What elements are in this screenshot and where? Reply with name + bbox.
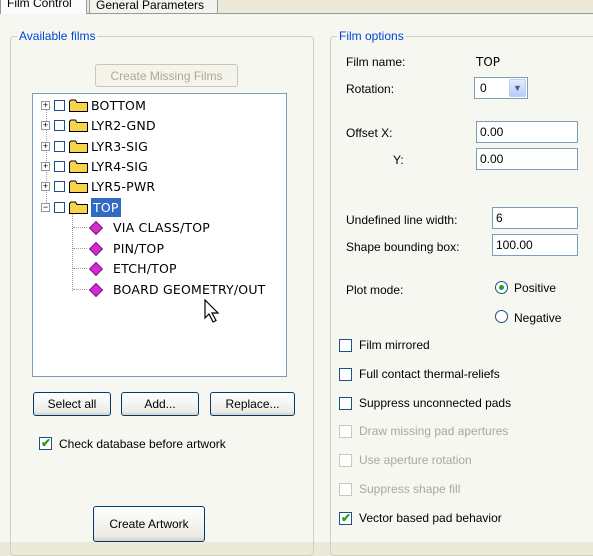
folder-icon <box>69 160 88 173</box>
offset-x-label: Offset X: <box>346 126 393 140</box>
folder-icon <box>69 99 88 112</box>
film-option-label: Film mirrored <box>359 338 430 352</box>
film-checkbox[interactable] <box>54 140 65 152</box>
select-all-button[interactable]: Select all <box>33 392 111 416</box>
available-films-legend: Available films <box>17 29 98 43</box>
collapse-icon[interactable]: − <box>41 202 50 212</box>
shape-bounding-box-field[interactable]: 100.00 <box>492 234 578 256</box>
undefined-line-width-field[interactable]: 6 <box>492 207 578 229</box>
check-database-label: Check database before artwork <box>59 437 226 451</box>
subclass-name: PIN/TOP <box>113 240 165 256</box>
film-checkbox[interactable] <box>54 100 65 111</box>
radio-selected-dot <box>499 285 504 290</box>
film-name: LYR5-PWR <box>91 179 156 195</box>
rotation-label: Rotation: <box>346 82 395 96</box>
film-option-checkbox[interactable] <box>339 367 352 381</box>
tree-film-row[interactable]: + LYR5-PWR <box>33 177 286 196</box>
tree-branch <box>73 268 87 269</box>
film-options-legend: Film options <box>337 29 406 43</box>
expand-icon[interactable]: + <box>41 121 50 131</box>
diamond-icon <box>88 282 104 297</box>
film-name: LYR3-SIG <box>91 138 148 154</box>
replace-button[interactable]: Replace... <box>210 392 295 416</box>
film-name-value: TOP <box>476 55 501 69</box>
folder-icon <box>69 140 88 153</box>
add-button[interactable]: Add... <box>121 392 199 416</box>
folder-icon <box>69 201 88 214</box>
diamond-icon <box>88 261 104 277</box>
film-checkbox[interactable] <box>54 181 65 193</box>
folder-icon <box>69 180 88 194</box>
tree-subclass-row[interactable]: PIN/TOP <box>33 239 286 258</box>
mouse-cursor-icon <box>204 299 220 323</box>
film-option-label: Full contact thermal-reliefs <box>359 366 500 381</box>
folder-icon <box>69 119 88 133</box>
expand-icon[interactable]: + <box>41 182 50 192</box>
expand-icon[interactable]: + <box>41 101 50 110</box>
subclass-name: ETCH/TOP <box>113 261 177 276</box>
tree-branch <box>73 288 87 290</box>
tree-film-row[interactable]: + BOTTOM <box>33 96 286 115</box>
film-option-checkbox[interactable] <box>339 454 352 468</box>
tree-branch <box>73 247 87 249</box>
film-option-checkbox[interactable] <box>339 396 352 410</box>
subclass-name: VIA CLASS/TOP <box>113 220 210 235</box>
check-database-checkbox[interactable]: ✔ <box>39 436 52 450</box>
film-checkbox[interactable] <box>54 120 65 132</box>
film-name: LYR4-SIG <box>91 158 148 174</box>
film-checkbox[interactable] <box>54 160 65 172</box>
film-name: BOTTOM <box>91 98 147 113</box>
film-option-checkbox[interactable] <box>339 339 352 352</box>
films-tree[interactable]: + BOTTOM + LYR2-GND + LYR3-SIG + LYR4-SIG + LYR5-… <box>32 93 287 377</box>
tree-subclass-row[interactable]: BOARD GEOMETRY/OUT <box>33 280 286 299</box>
chevron-down-icon[interactable]: ▼ <box>509 79 526 97</box>
film-option-label: Use aperture rotation <box>359 453 472 468</box>
tree-film-row[interactable]: + LYR4-SIG <box>33 157 286 176</box>
subclass-name: BOARD GEOMETRY/OUT <box>113 281 266 297</box>
offset-y-field[interactable]: 0.00 <box>476 148 578 170</box>
tab-film-control[interactable]: Film Control <box>0 0 87 14</box>
positive-radio[interactable] <box>495 281 508 294</box>
create-artwork-button[interactable]: Create Artwork <box>93 506 205 542</box>
expand-icon[interactable]: + <box>41 161 50 171</box>
undefined-line-width-label: Undefined line width: <box>346 213 458 227</box>
film-option-checkbox[interactable]: ✔ <box>339 510 352 525</box>
checkmark-icon: ✔ <box>341 510 352 525</box>
negative-label: Negative <box>514 311 562 325</box>
plot-mode-label: Plot mode: <box>346 283 404 297</box>
film-option-label: Draw missing pad apertures <box>359 424 509 439</box>
tree-subclass-row[interactable]: VIA CLASS/TOP <box>33 218 286 237</box>
checkmark-icon: ✔ <box>41 436 52 450</box>
positive-label: Positive <box>514 281 557 295</box>
create-missing-films-button[interactable]: Create Missing Films <box>95 64 238 87</box>
tab-general-parameters[interactable]: General Parameters <box>89 0 218 13</box>
film-option-label: Suppress unconnected pads <box>359 395 512 410</box>
film-option-label: Suppress shape fill <box>359 482 461 496</box>
offset-x-field[interactable]: 0.00 <box>476 121 578 143</box>
negative-radio[interactable] <box>495 310 508 323</box>
film-option-label: Vector based pad behavior <box>359 510 502 525</box>
film-name-label: Film name: <box>346 55 406 69</box>
shape-bounding-box-label: Shape bounding box: <box>346 240 460 254</box>
film-name: TOP <box>91 197 121 217</box>
tab-strip-border <box>0 13 593 14</box>
offset-y-label: Y: <box>393 153 404 167</box>
film-checkbox[interactable] <box>54 201 65 213</box>
film-option-checkbox[interactable] <box>339 425 352 439</box>
rotation-select[interactable]: 0 ▼ <box>474 77 528 99</box>
tree-film-row[interactable]: + LYR3-SIG <box>33 137 286 156</box>
film-option-checkbox[interactable] <box>339 483 352 496</box>
diamond-icon <box>88 220 104 236</box>
film-name: LYR2-GND <box>91 118 156 134</box>
tree-film-row[interactable]: + LYR2-GND <box>33 116 286 135</box>
diamond-icon <box>88 241 104 256</box>
tree-branch <box>73 227 87 228</box>
tree-subclass-row[interactable]: ETCH/TOP <box>33 259 286 278</box>
expand-icon[interactable]: + <box>41 141 50 151</box>
tree-film-row[interactable]: − TOP <box>33 197 286 217</box>
rotation-value: 0 <box>480 81 487 95</box>
